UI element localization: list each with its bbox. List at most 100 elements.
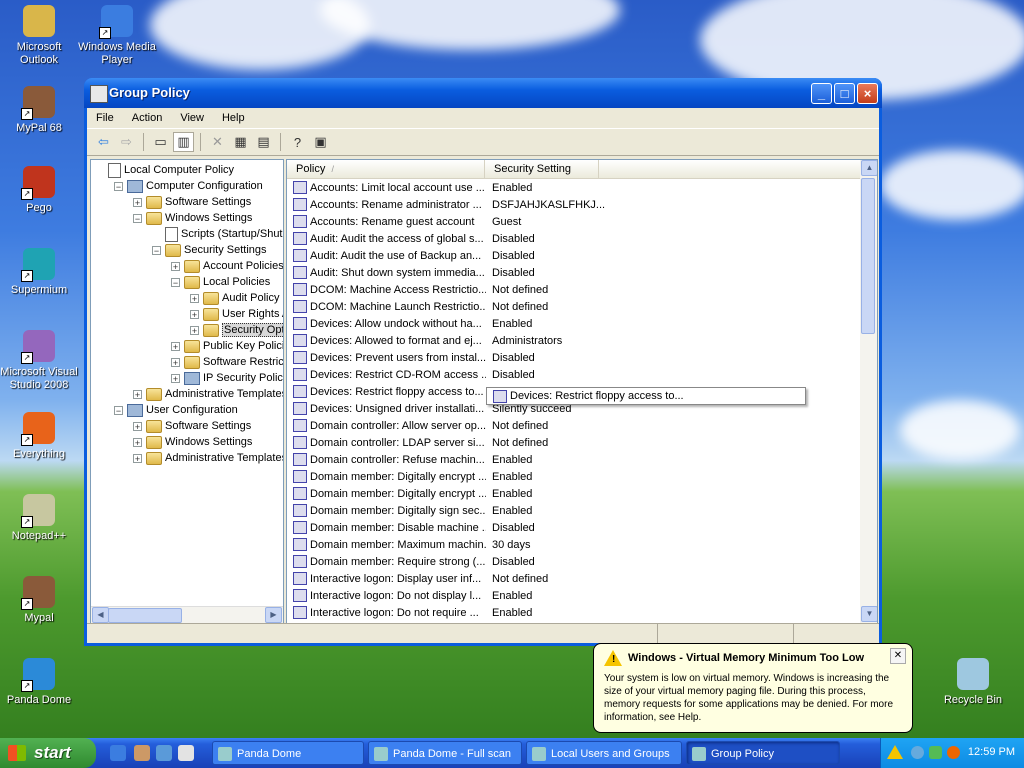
maximize-button[interactable]: □ bbox=[834, 83, 855, 104]
table-row[interactable]: Accounts: Rename administrator ... DSFJAH… bbox=[287, 196, 612, 213]
tree-item[interactable]: + Audit Policy bbox=[190, 290, 279, 306]
table-row[interactable]: Devices: Restrict CD-ROM access ... Disab… bbox=[287, 366, 612, 383]
back-icon[interactable]: ⇦ bbox=[93, 132, 114, 152]
collapse-icon[interactable]: − bbox=[114, 181, 123, 191]
desktop-icon[interactable]: ↗ Notepad++ bbox=[0, 494, 78, 543]
table-row[interactable]: Accounts: Rename guest account Guest bbox=[287, 213, 612, 230]
scroll-right-arrow-icon[interactable]: ▶ bbox=[265, 607, 282, 623]
taskbar-button[interactable]: Local Users and Groups bbox=[526, 741, 682, 765]
properties-icon[interactable]: ▦ bbox=[230, 132, 251, 152]
list-vertical-scrollbar[interactable]: ▲ ▼ bbox=[860, 160, 877, 623]
title-bar[interactable]: Group Policy _ □ × bbox=[84, 78, 882, 108]
tree-scroll-thumb[interactable] bbox=[108, 608, 182, 623]
quicklaunch-mypal-icon[interactable] bbox=[134, 745, 150, 761]
desktop-icon[interactable]: ↗ MyPal 68 bbox=[0, 86, 78, 135]
table-row[interactable]: Domain member: Digitally encrypt ... Enab… bbox=[287, 468, 612, 485]
desktop-icon[interactable]: ↗ Supermium bbox=[0, 248, 78, 297]
table-row[interactable]: Accounts: Limit local account use ... Ena… bbox=[287, 179, 612, 196]
show-console-icon[interactable]: ▣ bbox=[310, 132, 331, 152]
menu-view[interactable]: View bbox=[171, 112, 213, 124]
expand-icon[interactable]: + bbox=[171, 373, 180, 383]
help-icon[interactable]: ? bbox=[287, 132, 308, 152]
scroll-up-arrow-icon[interactable]: ▲ bbox=[861, 160, 877, 176]
expand-icon[interactable]: + bbox=[133, 421, 142, 431]
table-row[interactable]: Audit: Audit the access of global s... Di… bbox=[287, 230, 612, 247]
collapse-icon[interactable]: − bbox=[133, 213, 142, 223]
tray-warning-icon[interactable] bbox=[887, 745, 903, 759]
desktop-icon[interactable]: ↗ Pego bbox=[0, 166, 78, 215]
table-row[interactable]: Domain member: Digitally encrypt ... Enab… bbox=[287, 485, 612, 502]
tree-item[interactable]: Local Computer Policy bbox=[108, 162, 234, 178]
export-list-icon[interactable]: ▤ bbox=[253, 132, 274, 152]
desktop-icon[interactable]: ↗ Microsoft Visual Studio 2008 bbox=[0, 330, 78, 392]
close-button[interactable]: × bbox=[857, 83, 878, 104]
tree-item[interactable]: + User Rights Assignment bbox=[190, 306, 283, 322]
tree-item[interactable]: + IP Security Policies bbox=[171, 370, 283, 386]
list-scroll-thumb[interactable] bbox=[861, 178, 875, 334]
quicklaunch-ie-icon[interactable] bbox=[110, 745, 126, 761]
scroll-left-arrow-icon[interactable]: ◀ bbox=[92, 607, 109, 623]
expand-icon[interactable]: + bbox=[171, 357, 180, 367]
start-button[interactable]: start bbox=[0, 738, 96, 768]
tray-search-icon[interactable] bbox=[947, 746, 960, 759]
tray-security-icon[interactable] bbox=[929, 746, 942, 759]
desktop-icon[interactable]: Recycle Bin bbox=[934, 658, 1012, 707]
tree-item[interactable]: + Windows Settings bbox=[133, 434, 252, 450]
table-row[interactable]: Interactive logon: Do not require ... Ena… bbox=[287, 604, 612, 621]
taskbar-button[interactable]: Group Policy bbox=[686, 741, 840, 765]
tree-item[interactable]: + Software Settings bbox=[133, 194, 251, 210]
table-row[interactable]: Audit: Audit the use of Backup an... Disa… bbox=[287, 247, 612, 264]
table-row[interactable]: Devices: Prevent users from instal... Dis… bbox=[287, 349, 612, 366]
tree-item[interactable]: − Security Settings bbox=[152, 242, 267, 258]
collapse-icon[interactable]: − bbox=[114, 405, 123, 415]
table-row[interactable]: Domain controller: Refuse machin... Enabl… bbox=[287, 451, 612, 468]
tree-horizontal-scrollbar[interactable]: ◀ ▶ bbox=[91, 606, 283, 623]
collapse-icon[interactable]: − bbox=[171, 277, 180, 287]
tree-item[interactable]: + Administrative Templates bbox=[133, 450, 283, 466]
delete-icon[interactable]: ✕ bbox=[207, 132, 228, 152]
expand-icon[interactable]: + bbox=[190, 325, 199, 335]
menu-file[interactable]: File bbox=[87, 112, 123, 124]
table-row[interactable]: Domain member: Disable machine ... Disabl… bbox=[287, 519, 612, 536]
clock[interactable]: 12:59 PM bbox=[968, 746, 1015, 758]
tree-item[interactable]: Scripts (Startup/Shutdown) bbox=[165, 226, 283, 242]
table-row[interactable]: Interactive logon: Do not display l... En… bbox=[287, 587, 612, 604]
table-row[interactable]: Devices: Allowed to format and ej... Admi… bbox=[287, 332, 612, 349]
expand-icon[interactable]: + bbox=[133, 437, 142, 447]
group-policy-window[interactable]: Group Policy _ □ × File Action View Help… bbox=[84, 78, 882, 646]
tree-item[interactable]: − User Configuration bbox=[114, 402, 238, 418]
table-row[interactable]: Domain controller: Allow server op... Not… bbox=[287, 417, 612, 434]
tree-item[interactable]: − Computer Configuration bbox=[114, 178, 263, 194]
desktop-icon[interactable]: ↗ Windows Media Player bbox=[78, 5, 156, 67]
expand-icon[interactable]: + bbox=[190, 293, 199, 303]
menu-action[interactable]: Action bbox=[123, 112, 172, 124]
tree-item[interactable]: − Windows Settings bbox=[133, 210, 252, 226]
minimize-button[interactable]: _ bbox=[811, 83, 832, 104]
show-hide-tree-icon[interactable]: ▥ bbox=[173, 132, 194, 152]
desktop-icon[interactable]: ↗ Panda Dome bbox=[0, 658, 78, 707]
desktop-icon[interactable]: ↗ Mypal bbox=[0, 576, 78, 625]
up-folder-icon[interactable]: ▭ bbox=[150, 132, 171, 152]
tree-pane[interactable]: Local Computer Policy − Computer Configura… bbox=[90, 159, 284, 624]
tree-item[interactable]: + Security Options bbox=[190, 322, 283, 338]
table-row[interactable]: Interactive logon: Display user inf... No… bbox=[287, 570, 612, 587]
expand-icon[interactable]: + bbox=[133, 197, 142, 207]
tree-item[interactable]: + Account Policies bbox=[171, 258, 283, 274]
expand-icon[interactable]: + bbox=[171, 261, 180, 271]
column-header-policy[interactable]: Policy / bbox=[287, 160, 485, 178]
tree-item[interactable]: + Software Restriction Policies bbox=[171, 354, 283, 370]
expand-icon[interactable]: + bbox=[190, 309, 199, 319]
table-row[interactable]: Domain member: Maximum machin... 30 days bbox=[287, 536, 612, 553]
desktop-icon[interactable]: Microsoft Outlook bbox=[0, 5, 78, 67]
desktop-icon[interactable]: ↗ Everything bbox=[0, 412, 78, 461]
table-row[interactable]: DCOM: Machine Launch Restrictio... Not de… bbox=[287, 298, 612, 315]
menu-help[interactable]: Help bbox=[213, 112, 254, 124]
tree-item[interactable]: + Administrative Templates bbox=[133, 386, 283, 402]
table-row[interactable]: Audit: Shut down system immedia... Disabl… bbox=[287, 264, 612, 281]
balloon-close-button[interactable]: ✕ bbox=[890, 648, 906, 664]
expand-icon[interactable]: + bbox=[133, 389, 142, 399]
taskbar-button[interactable]: Panda Dome bbox=[212, 741, 364, 765]
taskbar-button[interactable]: Panda Dome - Full scan bbox=[368, 741, 522, 765]
tree-item[interactable]: − Local Policies bbox=[171, 274, 270, 290]
expand-icon[interactable]: + bbox=[133, 453, 142, 463]
